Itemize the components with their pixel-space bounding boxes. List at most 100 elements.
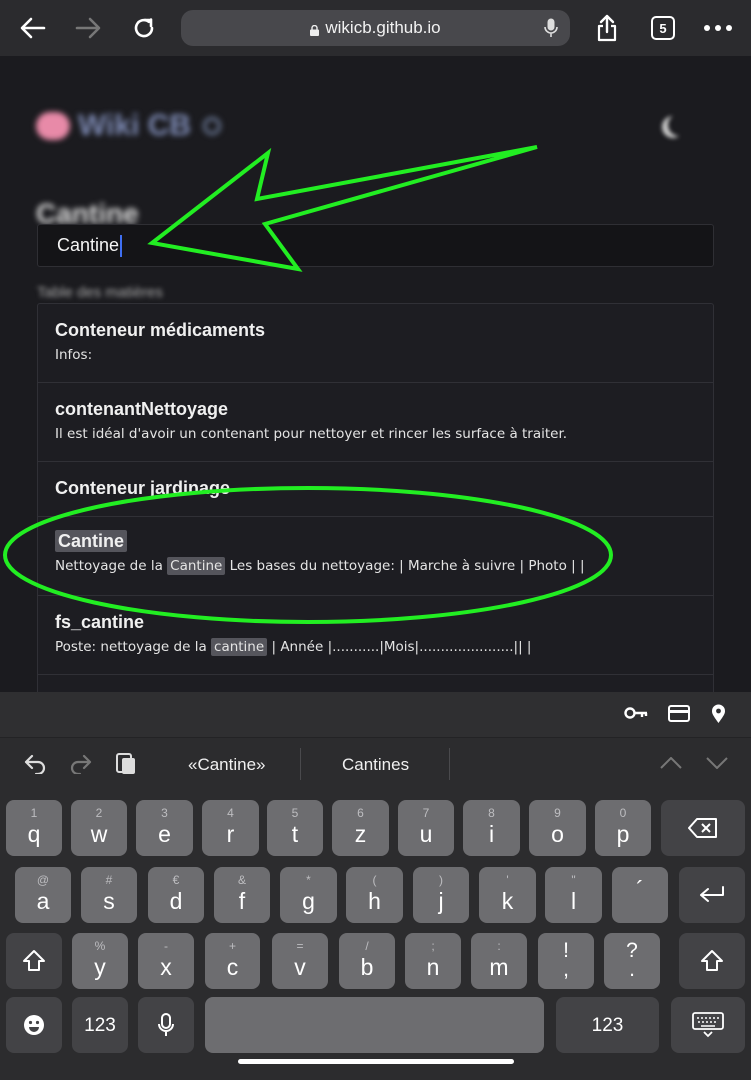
- key-n[interactable]: ; n: [405, 933, 461, 989]
- paste-icon[interactable]: [116, 751, 136, 780]
- highlighted-match: cantine: [211, 638, 268, 656]
- key-h[interactable]: (h: [346, 867, 403, 923]
- shift-key-left[interactable]: [6, 933, 62, 989]
- key-p[interactable]: 0p: [595, 800, 651, 856]
- key-x[interactable]: -x: [138, 933, 194, 989]
- key-l[interactable]: " l: [545, 867, 602, 923]
- dictation-key[interactable]: [138, 997, 194, 1053]
- search-result[interactable]: Cantine Nettoyage de la Cantine Les base…: [38, 517, 713, 596]
- shift-icon: [701, 950, 723, 971]
- brain-logo-icon: [36, 112, 70, 140]
- key-i[interactable]: 8i: [463, 800, 520, 856]
- key-t[interactable]: 5t: [267, 800, 323, 856]
- return-icon: [700, 886, 724, 902]
- web-page: Wiki CB Cantine Cantine Table des matièr…: [0, 56, 751, 692]
- key-r[interactable]: 4r: [202, 800, 259, 856]
- result-snippet: Poste: nettoyage de la cantine | Année |…: [55, 638, 532, 656]
- toc-label: Table des matières: [37, 284, 163, 301]
- result-snippet: Infos:: [55, 347, 93, 363]
- chevron-up-icon[interactable]: [660, 756, 682, 774]
- credit-card-icon[interactable]: [668, 705, 690, 727]
- more-options-icon[interactable]: [700, 10, 736, 46]
- onscreen-keyboard: «Cantine» Cantines 1q 2w 3e 4r 5t 6z 7u …: [0, 692, 751, 1080]
- search-result[interactable]: fs_cantine Poste: nettoyage de la cantin…: [38, 596, 713, 675]
- url-text: wikicb.github.io: [325, 18, 441, 37]
- emoji-key[interactable]: [6, 997, 62, 1053]
- search-result[interactable]: Conteneur jardinage: [38, 462, 713, 517]
- suggestion-divider: [449, 748, 450, 780]
- emoji-icon: [24, 1015, 44, 1035]
- chevron-down-icon[interactable]: [706, 756, 728, 774]
- backspace-key[interactable]: [661, 800, 745, 856]
- key-w[interactable]: 2w: [71, 800, 127, 856]
- key-b[interactable]: / b: [339, 933, 395, 989]
- search-result[interactable]: Conteneur médicaments Infos:: [38, 304, 713, 383]
- share-icon[interactable]: [589, 10, 625, 46]
- search-result[interactable]: [38, 675, 713, 692]
- key-a[interactable]: @ a: [15, 867, 71, 923]
- key-d[interactable]: € d: [148, 867, 204, 923]
- key-e[interactable]: 3e: [136, 800, 193, 856]
- key-k[interactable]: ' k: [479, 867, 536, 923]
- numbers-key-right[interactable]: 123: [556, 997, 659, 1053]
- highlighted-match: Cantine: [167, 557, 226, 575]
- site-title: Wiki CB: [78, 109, 192, 142]
- dark-mode-toggle-icon[interactable]: [668, 114, 690, 136]
- result-title: contenantNettoyage: [55, 399, 229, 419]
- forward-arrow-icon[interactable]: [70, 10, 106, 46]
- key-icon[interactable]: [624, 706, 648, 725]
- key-accent[interactable]: ´: [612, 867, 668, 923]
- key-q[interactable]: 1q: [6, 800, 62, 856]
- address-bar[interactable]: wikicb.github.io: [181, 10, 570, 46]
- browser-toolbar: wikicb.github.io 5: [0, 0, 751, 56]
- key-u[interactable]: 7u: [398, 800, 454, 856]
- backspace-icon: [688, 818, 717, 838]
- shift-key-right[interactable]: [679, 933, 745, 989]
- key-v[interactable]: = v: [272, 933, 328, 989]
- result-title: Cantine: [55, 530, 128, 552]
- search-icon[interactable]: [203, 117, 222, 135]
- lock-icon: [310, 23, 320, 36]
- suggestion-1[interactable]: «Cantine»: [188, 755, 266, 775]
- key-g[interactable]: * g: [280, 867, 337, 923]
- back-arrow-icon[interactable]: [15, 10, 51, 46]
- key-f[interactable]: & f: [214, 867, 270, 923]
- key-s[interactable]: # s: [81, 867, 137, 923]
- microphone-icon: [158, 1013, 174, 1036]
- microphone-icon[interactable]: [544, 18, 558, 43]
- key-z[interactable]: 6z: [332, 800, 389, 856]
- suggestion-2[interactable]: Cantines: [342, 755, 409, 775]
- reload-icon[interactable]: [126, 10, 162, 46]
- keyboard-dismiss-icon: [692, 1012, 724, 1038]
- key-exclamation-comma[interactable]: !,: [538, 933, 594, 989]
- shift-icon: [23, 950, 45, 971]
- site-header[interactable]: Wiki CB: [36, 108, 222, 144]
- numbers-key-left[interactable]: 123: [72, 997, 128, 1053]
- key-j[interactable]: ) j: [413, 867, 469, 923]
- hide-keyboard-key[interactable]: [671, 997, 745, 1053]
- autofill-bar: [0, 692, 751, 738]
- result-title: Conteneur jardinage: [55, 478, 231, 498]
- suggestion-divider: [300, 748, 301, 780]
- search-input[interactable]: Cantine: [37, 224, 714, 267]
- home-indicator[interactable]: [238, 1059, 514, 1064]
- suggestion-bar: «Cantine» Cantines: [0, 738, 751, 790]
- space-bar[interactable]: [205, 997, 544, 1053]
- key-y[interactable]: % y: [72, 933, 128, 989]
- undo-icon[interactable]: [24, 754, 46, 779]
- result-snippet: Il est idéal d'avoir un contenant pour n…: [55, 426, 568, 442]
- key-c[interactable]: + c: [205, 933, 260, 989]
- key-m[interactable]: :m: [471, 933, 527, 989]
- redo-icon[interactable]: [70, 754, 92, 779]
- result-snippet: Nettoyage de la Cantine Les bases du net…: [55, 557, 585, 575]
- result-title: Conteneur médicaments: [55, 320, 266, 340]
- search-results-list: Conteneur médicaments Infos: contenantNe…: [37, 303, 714, 692]
- result-title: fs_cantine: [55, 612, 145, 632]
- search-result[interactable]: contenantNettoyage Il est idéal d'avoir …: [38, 383, 713, 462]
- tabs-button[interactable]: 5: [651, 16, 675, 40]
- location-icon[interactable]: [711, 704, 726, 729]
- return-key[interactable]: [679, 867, 745, 923]
- key-question-period[interactable]: ?.: [604, 933, 660, 989]
- text-caret: [120, 234, 123, 257]
- key-o[interactable]: 9o: [529, 800, 586, 856]
